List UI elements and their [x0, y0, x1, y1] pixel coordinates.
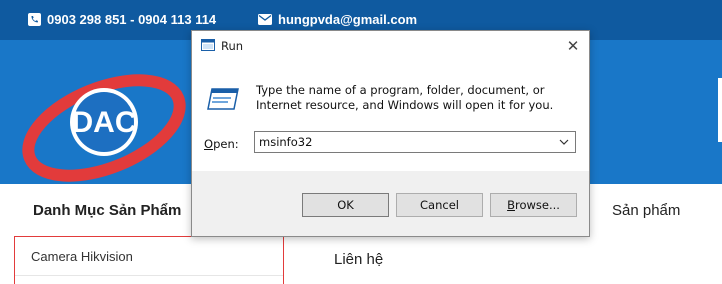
browse-label-rest: rowse...: [514, 198, 560, 212]
dialog-footer: OK Cancel Browse...: [192, 171, 589, 236]
dialog-title: Run: [221, 39, 244, 53]
nav-products[interactable]: Sản phẩm: [612, 202, 680, 219]
run-icon: [201, 39, 215, 51]
phone-icon: [28, 13, 41, 26]
open-combobox[interactable]: [254, 131, 576, 153]
dialog-description: Type the name of a program, folder, docu…: [256, 83, 554, 112]
open-label-hotkey: O: [204, 137, 214, 151]
run-large-icon: [207, 88, 239, 110]
dac-logo[interactable]: DAC: [18, 68, 190, 188]
phone-number: 0903 298 851 - 0904 113 114: [47, 12, 217, 27]
envelope-icon: [258, 14, 272, 25]
contact-phone[interactable]: 0903 298 851 - 0904 113 114: [28, 12, 216, 27]
open-label: Open:: [204, 137, 239, 151]
open-label-rest: pen:: [213, 137, 239, 151]
cancel-button[interactable]: Cancel: [396, 193, 483, 217]
dialog-titlebar[interactable]: Run ✕: [192, 31, 589, 61]
category-divider: [15, 275, 283, 276]
category-dropdown: Camera Hikvision: [14, 236, 284, 284]
browse-button[interactable]: Browse...: [490, 193, 577, 217]
logo-text: DAC: [72, 106, 137, 139]
ok-button[interactable]: OK: [302, 193, 389, 217]
email-address: hungpvda@gmail.com: [278, 12, 418, 27]
nav-contact[interactable]: Liên hệ: [334, 251, 383, 268]
nav-categories[interactable]: Danh Mục Sản Phẩm: [33, 202, 181, 219]
contact-email[interactable]: hungpvda@gmail.com: [258, 12, 417, 27]
browse-hotkey: B: [507, 198, 515, 212]
open-input[interactable]: [255, 132, 551, 152]
run-dialog: Run ✕ Type the name of a program, folder…: [191, 30, 590, 237]
chevron-down-icon[interactable]: [557, 135, 571, 149]
close-icon[interactable]: ✕: [564, 37, 582, 55]
header-edge-block: [718, 78, 722, 142]
category-item-camera-hikvision[interactable]: Camera Hikvision: [31, 249, 133, 264]
